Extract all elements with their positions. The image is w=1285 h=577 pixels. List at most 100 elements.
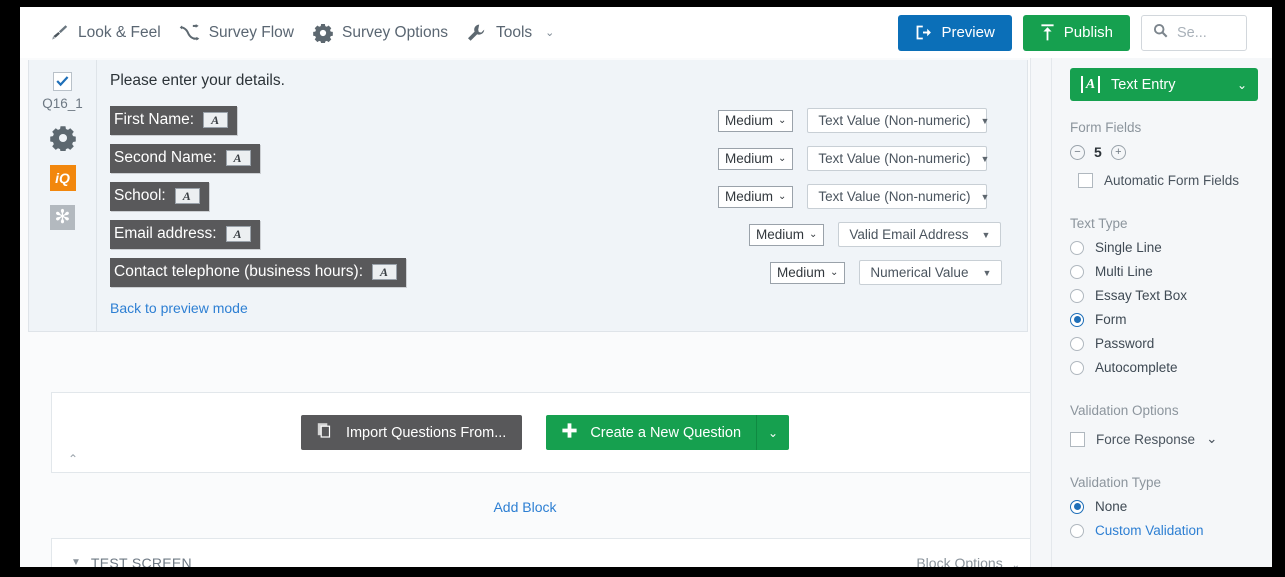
- field-type-select[interactable]: Text Value (Non-numeric) ▼: [807, 184, 990, 209]
- field-type-select[interactable]: Numerical Value ▼: [859, 260, 1003, 285]
- chevron-down-icon: ▼: [980, 115, 990, 126]
- publish-button-label: Publish: [1063, 24, 1113, 41]
- question-select-checkbox[interactable]: [53, 72, 72, 91]
- field-type-select[interactable]: Valid Email Address ▼: [838, 222, 1002, 247]
- create-question-label: Create a New Question: [590, 424, 742, 441]
- chevron-down-icon: ⌄: [545, 27, 555, 39]
- create-question-dropdown-button[interactable]: ⌄: [756, 415, 790, 450]
- create-question-group: Create a New Question ⌄: [546, 415, 790, 450]
- radio-button: [1070, 288, 1084, 303]
- field-size-select[interactable]: Medium ⌄: [718, 147, 794, 170]
- field-label-pill[interactable]: Contact telephone (business hours): A: [110, 258, 407, 287]
- plus-icon: [561, 422, 578, 443]
- field-label-text: School:: [114, 187, 166, 204]
- add-block-label: Add Block: [493, 499, 557, 515]
- paintbrush-icon: [48, 22, 69, 43]
- field-label-text: Contact telephone (business hours):: [114, 263, 364, 280]
- search-input[interactable]: Se...: [1141, 14, 1247, 51]
- field-label-pill[interactable]: First Name: A: [110, 106, 238, 135]
- automatic-form-fields-checkbox[interactable]: Automatic Form Fields: [1078, 173, 1258, 188]
- form-field-row: Email address: A Medium ⌄ Valid Email Ad…: [110, 220, 1027, 258]
- add-block-link[interactable]: Add Block: [20, 499, 1030, 515]
- question-actions-panel: Import Questions From... Create a New Qu…: [51, 392, 1039, 473]
- toolbar-item-label: Survey Options: [342, 23, 448, 41]
- text-type-option-password[interactable]: Password: [1070, 336, 1258, 351]
- field-size-select[interactable]: Medium ⌄: [718, 185, 794, 208]
- field-size-select[interactable]: Medium ⌄: [770, 261, 846, 284]
- iQ-icon[interactable]: iQ: [49, 162, 83, 191]
- form-fields-decrement-button[interactable]: −: [1070, 144, 1085, 160]
- block-options-label: Block Options: [916, 554, 1003, 568]
- chevron-down-icon: ⌄: [778, 153, 787, 164]
- field-label-pill[interactable]: School: A: [110, 182, 209, 211]
- search-icon: [1153, 23, 1168, 43]
- text-entry-a-icon: A: [225, 226, 251, 242]
- upload-icon: [1040, 24, 1055, 41]
- question-prompt[interactable]: Please enter your details.: [110, 72, 1027, 90]
- text-entry-a-icon: A: [174, 188, 200, 204]
- flow-icon: [179, 22, 200, 43]
- form-fields-increment-button[interactable]: +: [1110, 144, 1126, 160]
- toolbar-item-label: Look & Feel: [78, 23, 161, 41]
- chevron-down-icon[interactable]: ⌄: [1206, 431, 1217, 447]
- toolbar-item-survey-options[interactable]: Survey Options: [312, 22, 448, 43]
- gear-icon: [312, 22, 333, 43]
- form-field-row: School: A Medium ⌄ Text Value (Non-numer…: [110, 182, 1027, 220]
- field-type-select[interactable]: Text Value (Non-numeric) ▼: [807, 108, 990, 133]
- chevron-down-icon: ▼: [981, 229, 991, 240]
- chevron-down-icon[interactable]: ▼: [71, 557, 81, 567]
- text-type-option-essay-text-box[interactable]: Essay Text Box: [1070, 288, 1258, 303]
- automatic-form-fields-label: Automatic Form Fields: [1104, 173, 1240, 188]
- preview-button-label: Preview: [941, 24, 995, 41]
- text-type-option-form[interactable]: Form: [1070, 312, 1258, 327]
- validation-type-option-none[interactable]: None: [1070, 499, 1258, 514]
- publish-button[interactable]: Publish: [1022, 14, 1130, 51]
- toolbar-item-survey-flow[interactable]: Survey Flow: [179, 22, 294, 43]
- preview-button[interactable]: Preview: [898, 14, 1012, 51]
- text-type-option-label: Autocomplete: [1095, 360, 1178, 375]
- field-label-pill[interactable]: Email address: A: [110, 220, 260, 249]
- force-response-checkbox[interactable]: Force Response ⌄: [1070, 431, 1258, 447]
- validation-type-option-label: None: [1095, 499, 1128, 514]
- chevron-down-icon: ⌄: [778, 191, 787, 202]
- text-type-option-single-line[interactable]: Single Line: [1070, 240, 1258, 255]
- chevron-down-icon: ⌄: [768, 425, 779, 440]
- gear-icon[interactable]: [49, 125, 76, 151]
- form-field-row: First Name: A Medium ⌄ Text Value (Non-n…: [110, 106, 1027, 144]
- create-question-button[interactable]: Create a New Question: [546, 415, 757, 450]
- text-type-option-multi-line[interactable]: Multi Line: [1070, 264, 1258, 279]
- toolbar-item-look-and-feel[interactable]: Look & Feel: [48, 22, 161, 43]
- form-fields-stepper: − 5 +: [1070, 144, 1258, 160]
- app-frame: Look & Feel Survey Flow Survey Options T…: [0, 0, 1285, 577]
- collapse-panel-chevron[interactable]: ⌃: [68, 452, 78, 466]
- form-fields-title: Form Fields: [1070, 120, 1142, 135]
- field-type-value: Text Value (Non-numeric): [818, 189, 971, 204]
- back-to-preview-link[interactable]: Back to preview mode: [110, 300, 248, 316]
- question-id-label: Q16_1: [42, 96, 83, 111]
- question-gutter: Q16_1 iQ ✻: [29, 60, 97, 331]
- field-label-text: Second Name:: [114, 149, 217, 166]
- asterisk-icon[interactable]: ✻: [50, 205, 75, 230]
- toolbar-item-tools[interactable]: Tools ⌄: [466, 22, 554, 43]
- validation-type-option-custom-validation[interactable]: Custom Validation: [1070, 523, 1258, 538]
- text-type-title: Text Type: [1070, 216, 1128, 231]
- field-type-select[interactable]: Text Value (Non-numeric) ▼: [807, 146, 989, 171]
- toolbar-actions: Preview Publish Se...: [898, 14, 1247, 51]
- field-label-pill[interactable]: Second Name: A: [110, 144, 260, 173]
- text-type-option-autocomplete[interactable]: Autocomplete: [1070, 360, 1258, 375]
- block-options-button[interactable]: Block Options ⌄: [916, 555, 1020, 568]
- import-questions-button[interactable]: Import Questions From...: [300, 415, 523, 450]
- test-screen-header: ▼ TEST SCREEN Block Options ⌄: [52, 539, 1038, 568]
- field-size-select[interactable]: Medium ⌄: [718, 109, 794, 132]
- radio-button-selected: [1070, 312, 1084, 327]
- field-type-value: Numerical Value: [870, 265, 969, 280]
- field-size-select[interactable]: Medium ⌄: [749, 223, 825, 246]
- question-type-header[interactable]: A Text Entry ⌄: [1070, 68, 1258, 101]
- preview-icon: [915, 24, 932, 41]
- validation-type-title: Validation Type: [1070, 475, 1162, 490]
- test-screen-title: TEST SCREEN: [90, 554, 192, 568]
- chevron-down-icon: ▼: [980, 191, 990, 202]
- field-type-value: Text Value (Non-numeric): [818, 151, 971, 166]
